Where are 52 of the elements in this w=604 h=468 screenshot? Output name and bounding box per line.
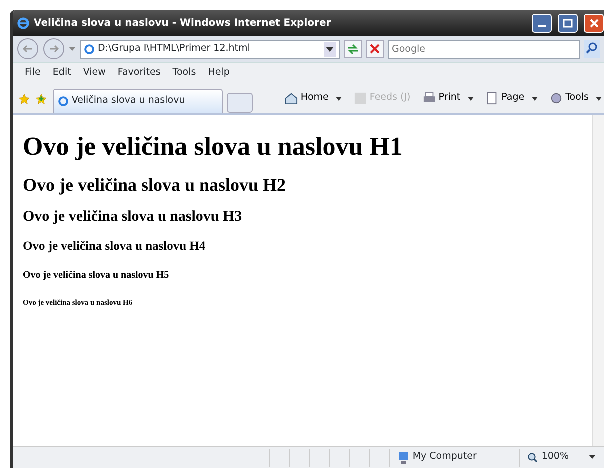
menu-item[interactable]: Tools: [172, 66, 196, 81]
home-button[interactable]: Home: [282, 91, 344, 106]
forward-button[interactable]: [43, 38, 65, 60]
page-button[interactable]: Page: [484, 91, 540, 106]
stop-button[interactable]: [366, 40, 384, 58]
zoom-icon: [528, 452, 538, 462]
menu-item[interactable]: View: [83, 66, 106, 81]
zone-label: My Computer: [412, 450, 477, 464]
close-icon: [590, 18, 598, 28]
zoom-button[interactable]: 100%: [518, 448, 604, 466]
caret-icon: [596, 96, 602, 100]
dropdown-icon[interactable]: [324, 42, 336, 56]
address-field[interactable]: D:\Grupa I\HTML\Primer 12.html: [80, 40, 340, 58]
page-icon: [84, 44, 95, 54]
new-tab-button[interactable]: [226, 93, 253, 113]
star-icon[interactable]: [19, 92, 30, 106]
add-favorite-icon[interactable]: [36, 92, 47, 106]
caret-icon[interactable]: [69, 46, 76, 52]
caret-icon: [468, 96, 474, 100]
computer-icon: [398, 452, 409, 464]
refresh-button[interactable]: [344, 40, 362, 58]
menu-item[interactable]: Favorites: [118, 66, 161, 81]
print-icon: [422, 92, 436, 105]
tools-button[interactable]: Tools: [548, 91, 604, 106]
tools-icon: [550, 92, 563, 105]
heading: Ovo je veličina slova u naslovu H2: [23, 176, 288, 196]
browser-tab[interactable]: Veličina slova u naslovu: [52, 89, 223, 113]
heading: Ovo je veličina slova u naslovu H3: [23, 209, 244, 226]
menu-item[interactable]: Help: [208, 66, 230, 81]
print-button[interactable]: Print: [420, 91, 476, 106]
maximize-icon: [563, 18, 573, 28]
scrollbar[interactable]: [592, 115, 604, 446]
heading: Ovo je veličina slova u naslovu H4: [23, 240, 207, 254]
menu-item[interactable]: Edit: [52, 66, 72, 81]
page-icon: [58, 96, 69, 107]
heading: Ovo je veličina slova u naslovu H1: [23, 133, 404, 162]
minimize-button[interactable]: [532, 14, 552, 32]
browser-logo-icon: [17, 16, 30, 30]
heading: Ovo je veličina slova u naslovu H5: [23, 270, 170, 281]
home-icon: [284, 92, 298, 105]
search-field[interactable]: Google: [388, 40, 580, 58]
page-icon: [486, 92, 499, 105]
window-title: Veličina slova u naslovu - Windows Internet Explorer: [34, 16, 332, 30]
menu-item[interactable]: File: [25, 66, 41, 81]
caret-icon: [532, 96, 538, 100]
caret-icon: [336, 96, 342, 100]
feeds-icon: [354, 92, 367, 105]
back-button[interactable]: [17, 38, 39, 60]
caret-icon: [589, 455, 596, 460]
close-button[interactable]: [584, 14, 604, 32]
maximize-button[interactable]: [558, 14, 578, 32]
search-icon[interactable]: [584, 40, 600, 58]
